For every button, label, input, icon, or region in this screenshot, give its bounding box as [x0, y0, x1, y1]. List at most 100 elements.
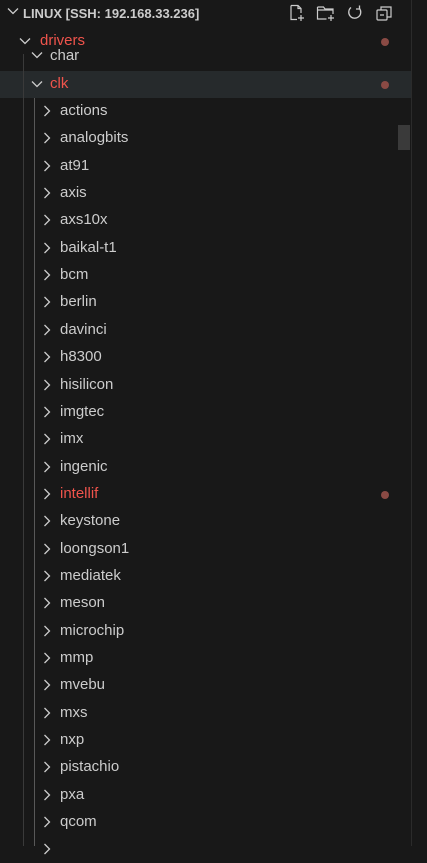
- tree-item-label: axis: [60, 184, 87, 202]
- tree-item[interactable]: microchip: [0, 618, 411, 645]
- tree-item[interactable]: loongson1: [0, 536, 411, 563]
- chevron-right-icon: [40, 350, 54, 368]
- chevron-down-icon: [6, 4, 20, 23]
- tree-item[interactable]: actions: [0, 98, 411, 125]
- tree-item-label: berlin: [60, 293, 97, 311]
- tree-item[interactable]: pxa: [0, 782, 411, 809]
- chevron-down-icon: [30, 48, 44, 66]
- tree-item-label: microchip: [60, 621, 125, 639]
- new-file-icon[interactable]: [286, 3, 308, 23]
- explorer-title: LINUX [SSH: 192.168.33.236]: [23, 6, 200, 21]
- tree-item-label: ingenic: [60, 457, 108, 475]
- chevron-right-icon: [40, 678, 54, 696]
- chevron-right-icon: [40, 186, 54, 204]
- modified-dot-icon: [381, 81, 389, 89]
- tree-item-label: baikal-t1: [60, 238, 117, 256]
- tree-item[interactable]: qcom: [0, 809, 411, 836]
- chevron-right-icon: [40, 624, 54, 642]
- tree-item[interactable]: axis: [0, 180, 411, 207]
- tree-item[interactable]: mvebu: [0, 672, 411, 699]
- tree-item-label: mediatek: [60, 566, 121, 584]
- tree-item-label: mxs: [60, 703, 88, 721]
- tree-item-label: at91: [60, 156, 90, 174]
- panel-border: [411, 0, 412, 846]
- chevron-right-icon: [40, 842, 54, 860]
- tree-item[interactable]: at91: [0, 153, 411, 180]
- tree-item[interactable]: mmp: [0, 645, 411, 672]
- tree-item-label: hisilicon: [60, 375, 114, 393]
- tree-item[interactable]: [0, 836, 411, 863]
- explorer-header[interactable]: LINUX [SSH: 192.168.33.236]: [0, 0, 411, 26]
- chevron-right-icon: [40, 760, 54, 778]
- tree-item-label: axs10x: [60, 211, 108, 229]
- chevron-right-icon: [40, 788, 54, 806]
- tree-item[interactable]: davinci: [0, 317, 411, 344]
- tree-item[interactable]: analogbits: [0, 125, 411, 152]
- collapse-all-icon[interactable]: [373, 3, 395, 23]
- chevron-right-icon: [40, 432, 54, 450]
- tree-item-label: meson: [60, 594, 106, 612]
- chevron-right-icon: [40, 460, 54, 478]
- chevron-right-icon: [40, 268, 54, 286]
- tree-item-label: pistachio: [60, 758, 120, 776]
- tree-item[interactable]: baikal-t1: [0, 235, 411, 262]
- new-folder-icon[interactable]: [315, 3, 337, 23]
- tree-item-label: analogbits: [60, 129, 129, 147]
- tree-item-label: davinci: [60, 320, 107, 338]
- tree-item-label: mvebu: [60, 676, 106, 694]
- tree-item-label: clk: [50, 75, 69, 92]
- tree-item[interactable]: keystone: [0, 508, 411, 535]
- chevron-right-icon: [40, 706, 54, 724]
- chevron-right-icon: [40, 815, 54, 833]
- tree-item-label: nxp: [60, 731, 85, 749]
- chevron-right-icon: [40, 569, 54, 587]
- tree-item-clk[interactable]: clk: [0, 71, 411, 98]
- tree-item[interactable]: mediatek: [0, 563, 411, 590]
- scrollbar-thumb[interactable]: [398, 125, 410, 150]
- tree-item[interactable]: ingenic: [0, 454, 411, 481]
- chevron-right-icon: [40, 405, 54, 423]
- chevron-right-icon: [40, 487, 54, 505]
- tree-item[interactable]: meson: [0, 590, 411, 617]
- tree-item-label: imgtec: [60, 402, 105, 420]
- tree-item-label: keystone: [60, 512, 121, 530]
- tree-item[interactable]: imx: [0, 426, 411, 453]
- tree-item[interactable]: berlin: [0, 289, 411, 316]
- chevron-right-icon: [40, 213, 54, 231]
- tree-item-label: imx: [60, 430, 84, 448]
- chevron-right-icon: [40, 159, 54, 177]
- chevron-right-icon: [40, 323, 54, 341]
- tree-item-label: h8300: [60, 348, 102, 366]
- refresh-icon[interactable]: [344, 3, 366, 23]
- modified-dot-icon: [381, 38, 389, 46]
- tree-item-label: char: [50, 47, 80, 64]
- tree-item[interactable]: pistachio: [0, 754, 411, 781]
- tree-item[interactable]: imgtec: [0, 399, 411, 426]
- tree-item[interactable]: hisilicon: [0, 372, 411, 399]
- tree-item-char[interactable]: char: [0, 46, 411, 70]
- tree-item[interactable]: nxp: [0, 727, 411, 754]
- tree-item-label: loongson1: [60, 539, 130, 557]
- tree-item-label: bcm: [60, 266, 89, 284]
- chevron-right-icon: [40, 542, 54, 560]
- tree-item[interactable]: h8300: [0, 344, 411, 371]
- chevron-right-icon: [40, 733, 54, 751]
- tree-item-label: pxa: [60, 785, 85, 803]
- tree-item[interactable]: axs10x: [0, 207, 411, 234]
- chevron-right-icon: [40, 131, 54, 149]
- chevron-right-icon: [40, 104, 54, 122]
- chevron-down-icon: [30, 77, 44, 95]
- chevron-right-icon: [40, 295, 54, 313]
- chevron-right-icon: [40, 651, 54, 669]
- modified-dot-icon: [381, 490, 389, 499]
- tree-item-label: actions: [60, 102, 108, 119]
- tree-item[interactable]: intellif: [0, 481, 411, 508]
- chevron-right-icon: [40, 241, 54, 259]
- chevron-right-icon: [40, 378, 54, 396]
- tree-item[interactable]: mxs: [0, 700, 411, 727]
- tree-item-label: qcom: [60, 813, 97, 831]
- tree-item-label: intellif: [60, 484, 99, 502]
- tree-item-label: mmp: [60, 649, 94, 666]
- chevron-right-icon: [40, 596, 54, 614]
- tree-item[interactable]: bcm: [0, 262, 411, 289]
